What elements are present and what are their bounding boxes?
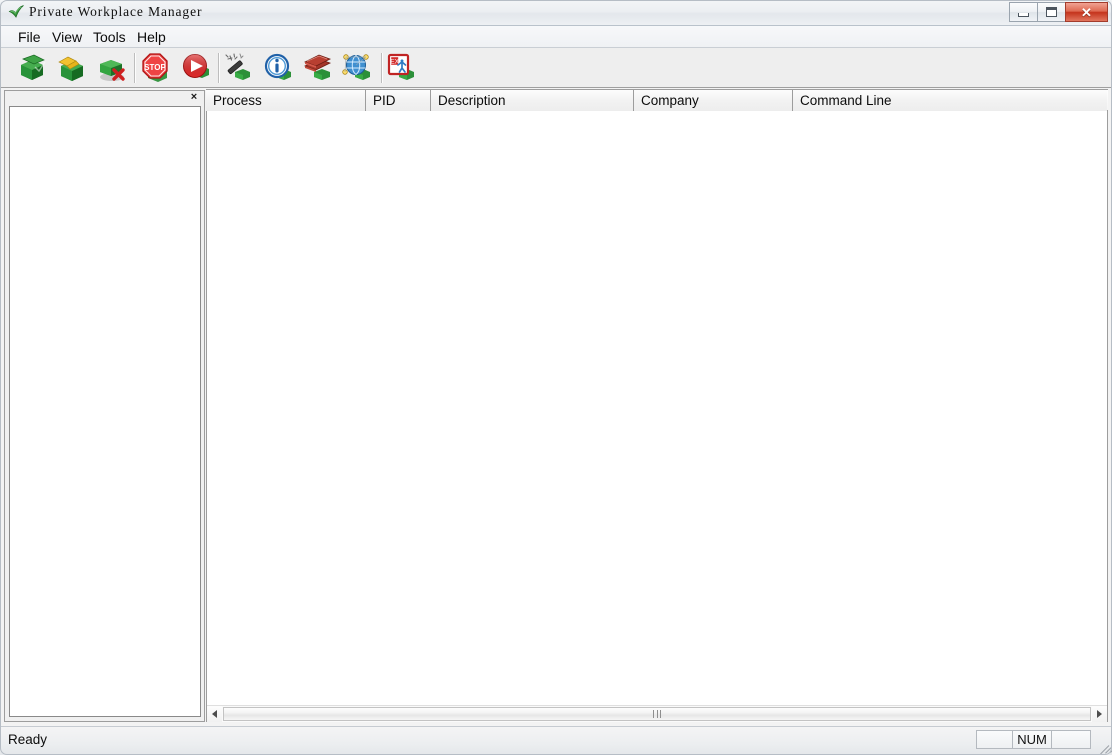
magic-wand-icon [222, 51, 256, 85]
horizontal-scrollbar[interactable] [207, 705, 1107, 722]
globe-network-icon [341, 51, 375, 85]
green-check-shield-icon [8, 4, 25, 21]
process-list-header: Process PID Description Company Command … [206, 89, 1108, 111]
close-button[interactable]: ✕ [1065, 2, 1108, 22]
info-circle-icon [262, 51, 296, 85]
workplace-tree-list[interactable] [9, 106, 201, 717]
run-process-button[interactable] [179, 51, 213, 85]
books-icon [301, 51, 335, 85]
scroll-left-arrow[interactable] [207, 706, 222, 722]
stop-process-button[interactable]: STOP [139, 51, 173, 85]
scroll-track[interactable] [222, 706, 1092, 722]
new-workplace-button[interactable] [15, 51, 49, 85]
close-icon[interactable]: × [188, 91, 200, 104]
minimize-button[interactable] [1009, 2, 1038, 22]
scroll-right-arrow[interactable] [1092, 706, 1107, 722]
toolbar-separator [134, 53, 136, 83]
close-icon: ✕ [1081, 4, 1092, 20]
green-box-icon [15, 51, 49, 85]
grip-icon [653, 710, 661, 718]
stop-sign-icon: STOP [139, 51, 173, 85]
exit-sign-icon: EX [385, 51, 419, 85]
toolbar-separator [381, 53, 383, 83]
column-header-pid[interactable]: PID [366, 90, 431, 111]
svg-text:STOP: STOP [144, 63, 166, 72]
exit-button[interactable]: EX [385, 51, 419, 85]
menu-item-view[interactable]: View [46, 28, 88, 46]
title-bar: Private Workplace Manager ✕ [0, 0, 1112, 26]
network-button[interactable] [341, 51, 375, 85]
green-box-delete-icon [95, 51, 129, 85]
column-header-description[interactable]: Description [431, 90, 634, 111]
toolbar-separator [218, 53, 220, 83]
panel-header: × [5, 91, 204, 106]
window-controls: ✕ [1009, 2, 1108, 23]
status-pane-3 [1051, 730, 1091, 749]
application-window: Private Workplace Manager ✕ File View To… [0, 0, 1112, 755]
window-title: Private Workplace Manager [29, 4, 203, 19]
column-header-company[interactable]: Company [634, 90, 793, 111]
maximize-button[interactable] [1037, 2, 1066, 22]
resize-grip[interactable] [1095, 733, 1112, 755]
library-button[interactable] [301, 51, 335, 85]
column-header-process[interactable]: Process [206, 90, 366, 111]
delete-workplace-button[interactable] [95, 51, 129, 85]
toolbar: STOP EX [0, 48, 1112, 88]
menu-item-file[interactable]: File [12, 28, 47, 46]
chevron-left-icon [212, 710, 217, 718]
status-pane-1 [976, 730, 1013, 749]
minimize-icon [1018, 12, 1029, 17]
status-bar: Ready NUM [0, 726, 1112, 755]
status-message: Ready [8, 732, 48, 747]
play-circle-icon [179, 51, 213, 85]
configure-button[interactable] [222, 51, 256, 85]
status-pane-num: NUM [1012, 730, 1052, 749]
workplace-tree-panel: × [4, 90, 205, 722]
chevron-right-icon [1097, 710, 1102, 718]
open-workplace-button[interactable] [55, 51, 89, 85]
green-box-open-icon [55, 51, 89, 85]
maximize-icon [1046, 7, 1057, 17]
menu-item-help[interactable]: Help [131, 28, 172, 46]
column-header-command-line[interactable]: Command Line [793, 90, 1107, 111]
process-list-body[interactable] [207, 111, 1107, 704]
properties-button[interactable] [262, 51, 296, 85]
horizontal-scroll-thumb[interactable] [223, 707, 1091, 721]
menu-bar: File View Tools Help [0, 26, 1112, 48]
menu-item-tools[interactable]: Tools [87, 28, 132, 46]
